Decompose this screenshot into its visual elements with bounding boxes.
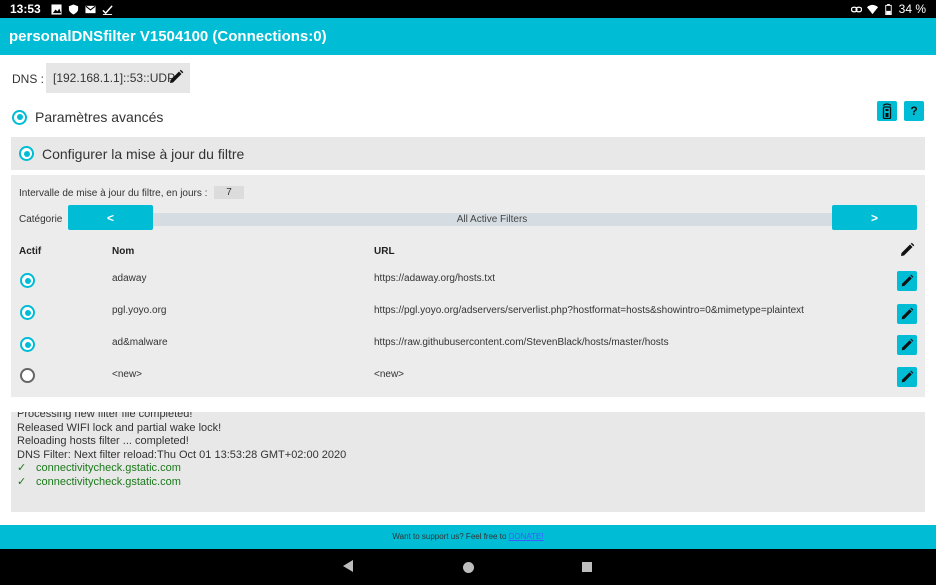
category-value: All Active Filters [456,214,528,225]
log-ok-line: ✓ connectivitycheck.gstatic.com [17,476,925,490]
filter-name: adaway [112,273,147,284]
pencil-icon[interactable] [168,69,184,85]
configure-filter-option[interactable]: Configurer la mise à jour du filtre [11,137,925,170]
system-nav-bar [0,549,936,585]
configure-radio[interactable] [19,146,34,161]
advanced-label: Paramètres avancés [35,109,164,125]
interval-label: Intervalle de mise à jour du filtre, en … [19,188,208,199]
header-url: URL [374,246,395,257]
pencil-icon [901,370,914,383]
next-label: > [870,210,878,225]
filter-name: <new> [112,369,143,380]
wifi-icon [866,4,878,14]
filter-url: https://pgl.yoyo.org/adservers/serverlis… [374,305,804,316]
configure-label: Configurer la mise à jour du filtre [42,145,245,162]
app-title: personalDNSfilter V1504100 (Connections:… [9,28,327,45]
back-icon[interactable] [343,560,353,572]
header-active: Actif [19,246,42,257]
filter-active-radio[interactable] [20,337,35,352]
app-title-bar: personalDNSfilter V1504100 (Connections:… [0,18,936,55]
edit-filter-button[interactable] [897,271,917,291]
log-ok-host: connectivitycheck.gstatic.com [36,462,181,474]
donate-footer: Want to support us? Feel free to DONATE! [0,525,936,549]
log-output[interactable]: Processing new filter file completed! Re… [11,412,925,512]
advanced-radio[interactable] [12,109,27,125]
filter-url: <new> [374,369,405,380]
pencil-icon [901,338,914,351]
remote-control-button[interactable] [877,101,897,121]
check-icon: ✓ [17,475,27,488]
status-bar: 13:53 34 % [0,0,936,18]
log-line: Released WIFI lock and partial wake lock… [17,421,222,434]
log-ok-line: ✓ connectivitycheck.gstatic.com [17,462,925,476]
category-next-button[interactable]: > [832,205,917,230]
category-prev-button[interactable]: < [68,205,153,230]
remote-icon [882,103,892,119]
prev-label: < [106,210,114,225]
log-line: DNS Filter: Next filter reload:Thu Oct 0… [17,448,347,461]
filter-active-radio[interactable] [20,273,35,288]
battery-icon [884,3,892,15]
recents-icon[interactable] [582,562,592,572]
home-icon[interactable] [463,562,474,573]
edit-filter-button[interactable] [897,304,917,324]
footer-text: Want to support us? Feel free to [392,532,509,541]
log-line: Reloading hosts filter ... completed! [17,435,189,447]
filter-name: pgl.yoyo.org [112,305,167,316]
battery-level: 34 % [898,2,926,16]
help-button[interactable]: ? [904,101,924,121]
log-line: Processing new filter file completed! [17,412,193,420]
help-label: ? [910,104,918,118]
log-ok-host: connectivitycheck.gstatic.com [36,475,181,488]
category-selector: All Active Filters [151,213,833,226]
filter-active-radio[interactable] [20,368,35,383]
mail-icon [85,5,96,13]
image-icon [51,3,62,15]
check-icon: ✓ [17,462,27,474]
shield-icon [68,3,78,15]
dns-label: DNS : [12,72,45,86]
edit-all-pencil-icon[interactable] [899,242,915,258]
link-icon [850,6,862,12]
filter-config-panel: Intervalle de mise à jour du filtre, en … [11,175,925,397]
status-time: 13:53 [10,2,41,16]
filter-url: https://raw.githubusercontent.com/Steven… [374,337,669,348]
check-icon [102,4,113,15]
filter-url: https://adaway.org/hosts.txt [374,273,495,284]
filter-active-radio[interactable] [20,305,35,320]
interval-input[interactable]: 7 [214,186,244,199]
donate-link[interactable]: DONATE! [509,532,544,541]
edit-filter-button[interactable] [897,335,917,355]
pencil-icon [901,307,914,320]
header-name: Nom [112,246,135,257]
advanced-settings-option[interactable]: Paramètres avancés [12,109,163,125]
category-label: Catégorie [19,214,63,225]
edit-filter-button[interactable] [897,367,917,387]
pencil-icon [901,274,914,287]
dns-field[interactable]: [192.168.1.1]::53::UDP [46,63,190,93]
filter-name: ad&malware [112,337,168,348]
dns-value: [192.168.1.1]::53::UDP [53,71,176,85]
